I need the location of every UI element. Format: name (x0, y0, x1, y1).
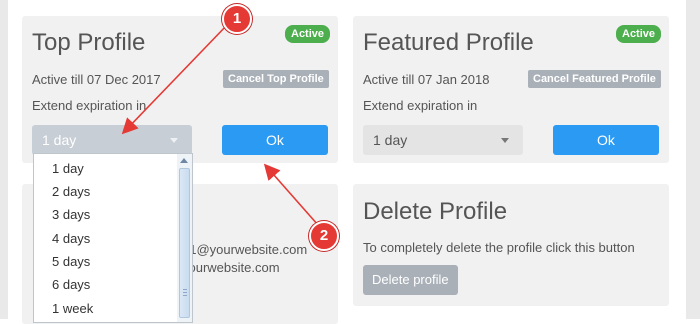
arrow-2 (263, 163, 319, 226)
step-marker-2: 2 (309, 221, 339, 251)
annotation-arrows (121, 23, 319, 226)
arrow-1 (121, 23, 229, 135)
step-marker-1: 1 (222, 4, 252, 34)
